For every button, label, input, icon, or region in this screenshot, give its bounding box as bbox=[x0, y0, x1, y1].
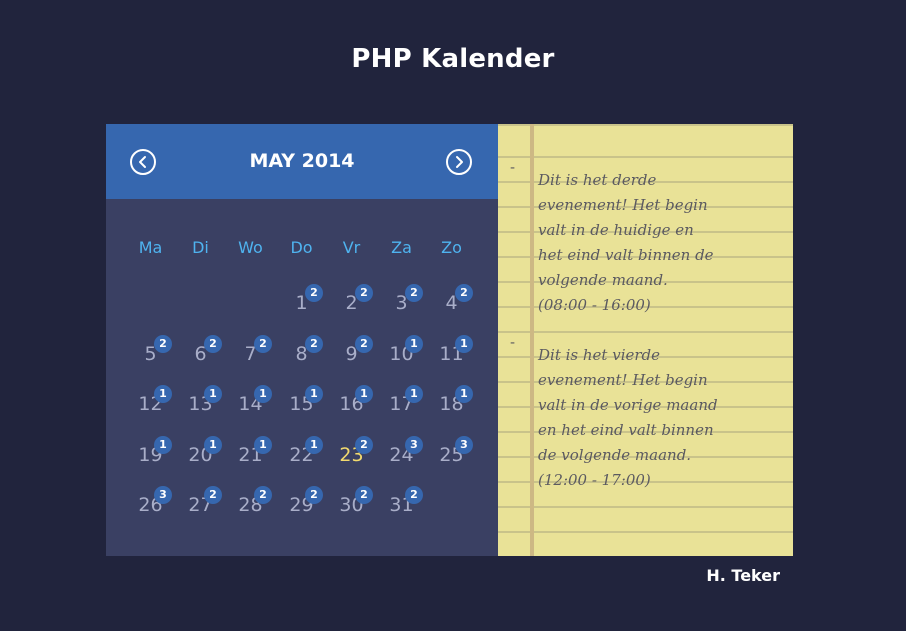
event-count-badge: 2 bbox=[355, 436, 373, 454]
event-count-badge: 1 bbox=[455, 385, 473, 403]
calendar-day[interactable]: 27 2 bbox=[175, 486, 226, 526]
note-bullet: - bbox=[510, 335, 516, 351]
event-count-badge: 2 bbox=[204, 486, 222, 504]
calendar-day-today[interactable]: 23 2 bbox=[326, 436, 377, 476]
calendar-day[interactable]: 20 1 bbox=[175, 436, 226, 476]
calendar-day[interactable]: 29 2 bbox=[276, 486, 327, 526]
weekday-label: Wo bbox=[238, 238, 263, 257]
calendar-day[interactable]: 12 bbox=[276, 284, 327, 324]
event-count-badge: 1 bbox=[305, 385, 323, 403]
calendar-day[interactable]: 16 1 bbox=[326, 385, 377, 425]
event-count-badge: 2 bbox=[405, 284, 423, 302]
calendar-day[interactable]: 17 1 bbox=[376, 385, 427, 425]
event-count-badge: 1 bbox=[405, 335, 423, 353]
weekday-label: Di bbox=[192, 238, 209, 257]
author-credit: H. Teker bbox=[706, 566, 780, 585]
event-count-badge: 2 bbox=[355, 335, 373, 353]
event-count-badge: 2 bbox=[305, 335, 323, 353]
calendar-day[interactable]: 24 3 bbox=[376, 436, 427, 476]
event-count-badge: 3 bbox=[455, 436, 473, 454]
note-line: Dit is het vierde bbox=[538, 346, 661, 364]
weekday-row: Ma Di Wo Do Vr Za Zo bbox=[125, 238, 482, 260]
note-line: de volgende maand. bbox=[538, 446, 692, 464]
note-line: valt in de huidige en bbox=[538, 221, 694, 239]
note-time: (12:00 - 17:00) bbox=[538, 471, 651, 489]
calendar-day[interactable]: 12 1 bbox=[125, 385, 176, 425]
calendar-day[interactable]: 15 1 bbox=[276, 385, 327, 425]
note-line: evenement! Het begin bbox=[538, 196, 708, 214]
event-count-badge: 1 bbox=[204, 436, 222, 454]
next-month-button[interactable] bbox=[446, 149, 472, 175]
weekday-label: Ma bbox=[138, 238, 163, 257]
event-count-badge: 3 bbox=[405, 436, 423, 454]
calendar-day[interactable]: 25 3 bbox=[426, 436, 477, 476]
event-note: Dit is het vierde evenement! Het begin v… bbox=[538, 343, 788, 493]
page-title: PHP Kalender bbox=[351, 44, 555, 74]
event-count-badge: 2 bbox=[405, 486, 423, 504]
note-line: evenement! Het begin bbox=[538, 371, 708, 389]
event-count-badge: 2 bbox=[254, 335, 272, 353]
event-count-badge: 1 bbox=[355, 385, 373, 403]
event-count-badge: 2 bbox=[254, 486, 272, 504]
calendar-day[interactable]: 42 bbox=[426, 284, 477, 324]
calendar-day[interactable]: 52 bbox=[125, 335, 176, 375]
event-count-badge: 1 bbox=[405, 385, 423, 403]
calendar-day[interactable]: 72 bbox=[225, 335, 276, 375]
calendar-day[interactable]: 21 1 bbox=[225, 436, 276, 476]
calendar-panel: MAY 2014 Ma Di Wo Do Vr Za Zo 1222324252… bbox=[106, 124, 498, 556]
calendar-day[interactable]: 28 2 bbox=[225, 486, 276, 526]
event-count-badge: 2 bbox=[355, 486, 373, 504]
event-count-badge: 2 bbox=[305, 486, 323, 504]
event-count-badge: 1 bbox=[455, 335, 473, 353]
weekday-label: Zo bbox=[441, 238, 462, 257]
event-notepad: - Dit is het derde evenement! Het begin … bbox=[498, 124, 793, 556]
event-count-badge: 1 bbox=[204, 385, 222, 403]
event-count-badge: 2 bbox=[204, 335, 222, 353]
calendar-day[interactable]: 31 2 bbox=[376, 486, 427, 526]
weekday-label: Za bbox=[391, 238, 412, 257]
event-count-badge: 2 bbox=[305, 284, 323, 302]
calendar-day[interactable]: 22 1 bbox=[276, 436, 327, 476]
note-line: Dit is het derde bbox=[538, 171, 657, 189]
calendar-day[interactable]: 19 1 bbox=[125, 436, 176, 476]
event-count-badge: 1 bbox=[305, 436, 323, 454]
chevron-right-circle-icon bbox=[456, 156, 463, 168]
note-line: valt in de vorige maand bbox=[538, 396, 718, 414]
event-count-badge: 1 bbox=[154, 436, 172, 454]
calendar-header: MAY 2014 bbox=[106, 124, 498, 199]
event-note: Dit is het derde evenement! Het begin va… bbox=[538, 168, 788, 318]
weekday-label: Vr bbox=[342, 238, 361, 257]
note-line: het eind valt binnen de bbox=[538, 246, 714, 264]
day-grid: 1 2 2 2 3 2 4 2 5 2 6 2 7 2 8 2 9 2 10 1 11 1 12 1 13 1 14 1 15 1 16 1 1… bbox=[125, 284, 482, 544]
weekday-label: Do bbox=[290, 238, 313, 257]
event-count-badge: 1 bbox=[154, 385, 172, 403]
note-line: volgende maand. bbox=[538, 271, 668, 289]
calendar-day[interactable]: 26 3 bbox=[125, 486, 176, 526]
calendar-day[interactable]: 22 bbox=[326, 284, 377, 324]
calendar-day[interactable]: 11 1 bbox=[426, 335, 477, 375]
calendar-day[interactable]: 14 1 bbox=[225, 385, 276, 425]
calendar-day[interactable]: 10 1 bbox=[376, 335, 427, 375]
notepad-margin-line bbox=[530, 124, 534, 556]
calendar-day[interactable]: 32 bbox=[376, 284, 427, 324]
calendar-day[interactable]: 92 bbox=[326, 335, 377, 375]
note-bullet: - bbox=[510, 160, 516, 176]
note-line: en het eind valt binnen bbox=[538, 421, 714, 439]
event-count-badge: 2 bbox=[154, 335, 172, 353]
event-count-badge: 1 bbox=[254, 385, 272, 403]
event-count-badge: 2 bbox=[455, 284, 473, 302]
calendar-day[interactable]: 82 bbox=[276, 335, 327, 375]
event-count-badge: 3 bbox=[154, 486, 172, 504]
event-count-badge: 1 bbox=[254, 436, 272, 454]
calendar-day[interactable]: 18 1 bbox=[426, 385, 477, 425]
note-time: (08:00 - 16:00) bbox=[538, 296, 651, 314]
month-title: MAY 2014 bbox=[249, 150, 355, 172]
calendar-day[interactable]: 30 2 bbox=[326, 486, 377, 526]
event-count-badge: 2 bbox=[355, 284, 373, 302]
calendar-day[interactable]: 13 1 bbox=[175, 385, 226, 425]
calendar-day[interactable]: 62 bbox=[175, 335, 226, 375]
